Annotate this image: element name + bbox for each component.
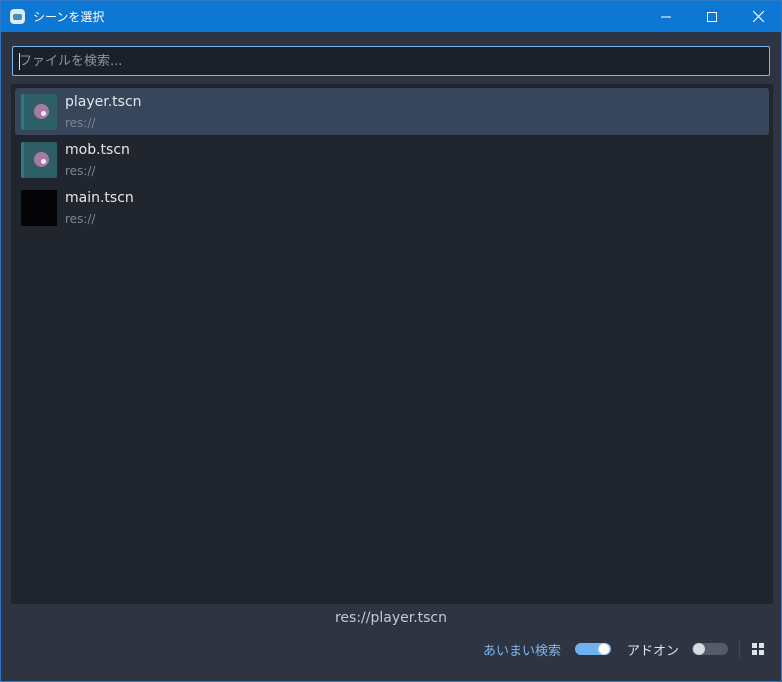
scene-thumbnail [21,142,57,178]
minimize-icon [661,16,671,17]
scene-thumbnail [21,94,57,130]
toggle-knob [693,643,705,655]
file-name: mob.tscn [65,142,130,158]
grid-view-icon[interactable] [752,643,764,655]
maximize-button[interactable] [689,1,735,32]
minimize-button[interactable] [643,1,689,32]
search-input[interactable] [13,47,769,75]
close-icon [752,11,764,22]
addon-toggle[interactable] [692,643,728,655]
search-box [12,46,770,76]
fuzzy-search-label[interactable]: あいまい検索 [483,640,561,659]
scene-select-dialog: シーンを選択 player.tscn res:// mob.tscn res:/… [0,0,782,682]
file-name: main.tscn [65,190,134,206]
text-caret [19,53,20,70]
selected-path-label: res://player.tscn [334,610,448,626]
file-path: res:// [65,164,96,178]
file-name: player.tscn [65,94,142,110]
file-list: player.tscn res:// mob.tscn res:// main.… [11,84,773,604]
fuzzy-search-toggle[interactable] [575,643,611,655]
scene-thumbnail [21,190,57,226]
godot-app-icon [10,9,25,24]
list-item-player[interactable]: player.tscn res:// [15,88,769,135]
window-title: シーンを選択 [33,10,105,24]
file-path: res:// [65,116,96,130]
file-path: res:// [65,212,96,226]
window-controls [643,1,781,32]
title-bar[interactable]: シーンを選択 [1,1,781,32]
close-button[interactable] [735,1,781,32]
footer-separator [739,640,740,658]
list-item-main[interactable]: main.tscn res:// [15,184,769,231]
toggle-knob [598,643,610,655]
maximize-icon [707,11,717,22]
dialog-footer: あいまい検索 アドオン [1,638,781,660]
addon-label[interactable]: アドオン [627,640,679,659]
list-item-mob[interactable]: mob.tscn res:// [15,136,769,183]
